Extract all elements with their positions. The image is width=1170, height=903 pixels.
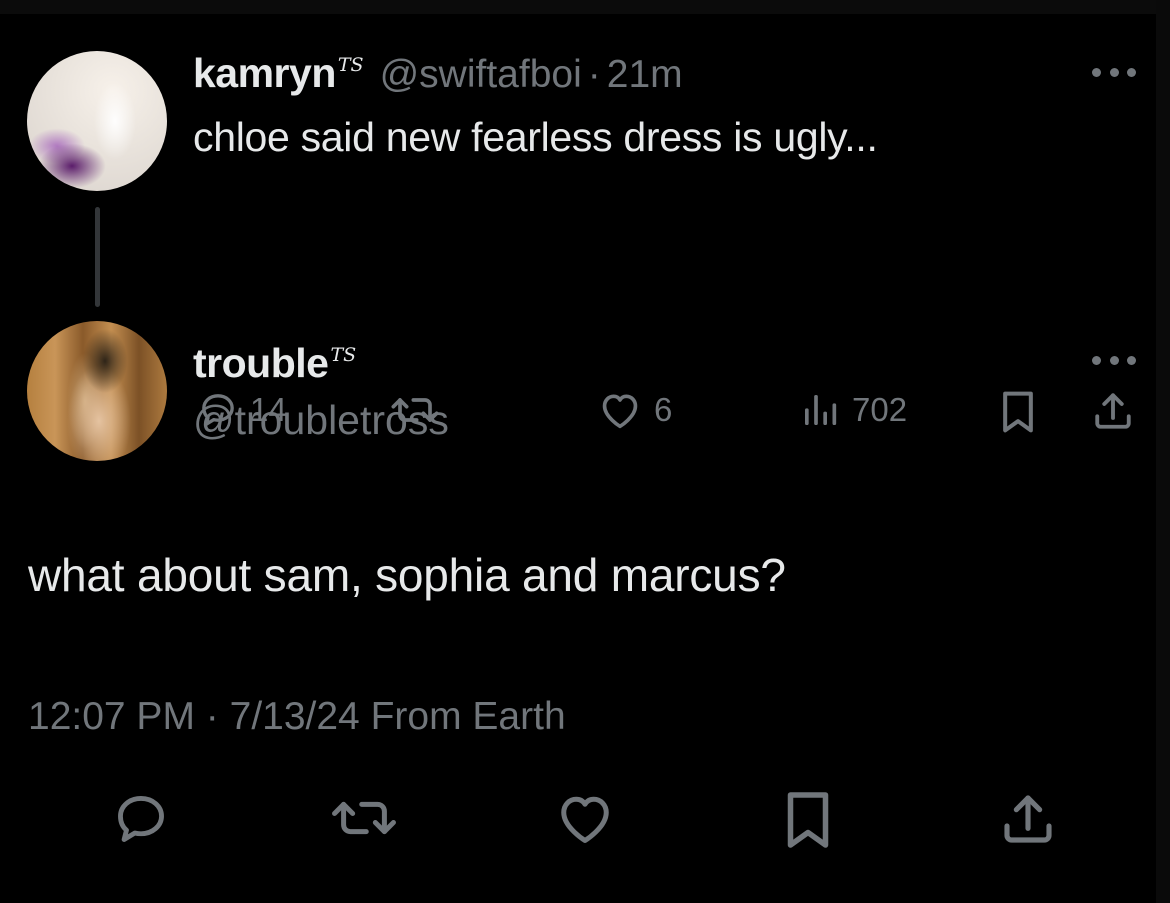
parent-like-button[interactable]: 6: [598, 390, 672, 430]
like-icon: [602, 394, 638, 429]
reply-author-handle[interactable]: @troubletross: [193, 397, 449, 444]
parent-views-button[interactable]: 702: [800, 390, 907, 430]
meta-separator: ·: [205, 695, 219, 738]
parent-author-avatar[interactable]: [27, 51, 167, 191]
reply-reply-button[interactable]: [112, 790, 170, 848]
more-icon[interactable]: [1092, 64, 1136, 80]
parent-author-name[interactable]: kamryn: [193, 50, 336, 97]
top-edge: [0, 0, 1170, 14]
header-separator: ·: [587, 53, 601, 96]
reply-timestamp: 12:07 PM · 7/13/24 From Earth: [28, 695, 566, 739]
thread-connector: [95, 207, 100, 307]
reply-time[interactable]: 12:07 PM: [28, 695, 195, 738]
reply-date[interactable]: 7/13/24: [230, 695, 360, 738]
reply-retweet-button[interactable]: [330, 790, 398, 846]
reply-tweet-text: what about sam, sophia and marcus?: [28, 549, 786, 601]
parent-tweet-text: chloe said new fearless dress is ugly...: [193, 114, 878, 160]
reply-author-name[interactable]: trouble: [193, 340, 329, 387]
reply-share-button[interactable]: [1000, 790, 1056, 848]
scrollbar[interactable]: [1156, 0, 1170, 903]
reply-author-avatar[interactable]: [27, 321, 167, 461]
more-icon[interactable]: [1092, 352, 1136, 368]
reply-like-button[interactable]: [555, 790, 615, 846]
reply-tweet-header: trouble TS: [193, 340, 356, 387]
views-icon: [805, 395, 837, 425]
parent-bookmark-button[interactable]: [998, 390, 1038, 434]
bookmark-icon: [787, 792, 829, 848]
parent-share-button[interactable]: [1092, 389, 1134, 433]
share-icon: [1095, 393, 1131, 429]
parent-tweet-header: kamryn TS @swiftafboi · 21m: [193, 50, 683, 98]
like-icon: [561, 796, 609, 843]
reply-source: From Earth: [370, 695, 566, 738]
parent-view-count: 702: [852, 391, 908, 428]
retweet-icon: [332, 801, 396, 835]
reply-author-badge: TS: [330, 344, 357, 366]
reply-bookmark-button[interactable]: [783, 790, 833, 850]
parent-author-handle[interactable]: @swiftafboi: [380, 53, 582, 97]
bookmark-icon: [1003, 391, 1033, 433]
share-icon: [1004, 795, 1052, 843]
reply-icon: [118, 796, 164, 842]
parent-like-count: 6: [654, 391, 673, 428]
parent-author-badge: TS: [337, 54, 364, 76]
parent-time-ago[interactable]: 21m: [607, 53, 683, 97]
